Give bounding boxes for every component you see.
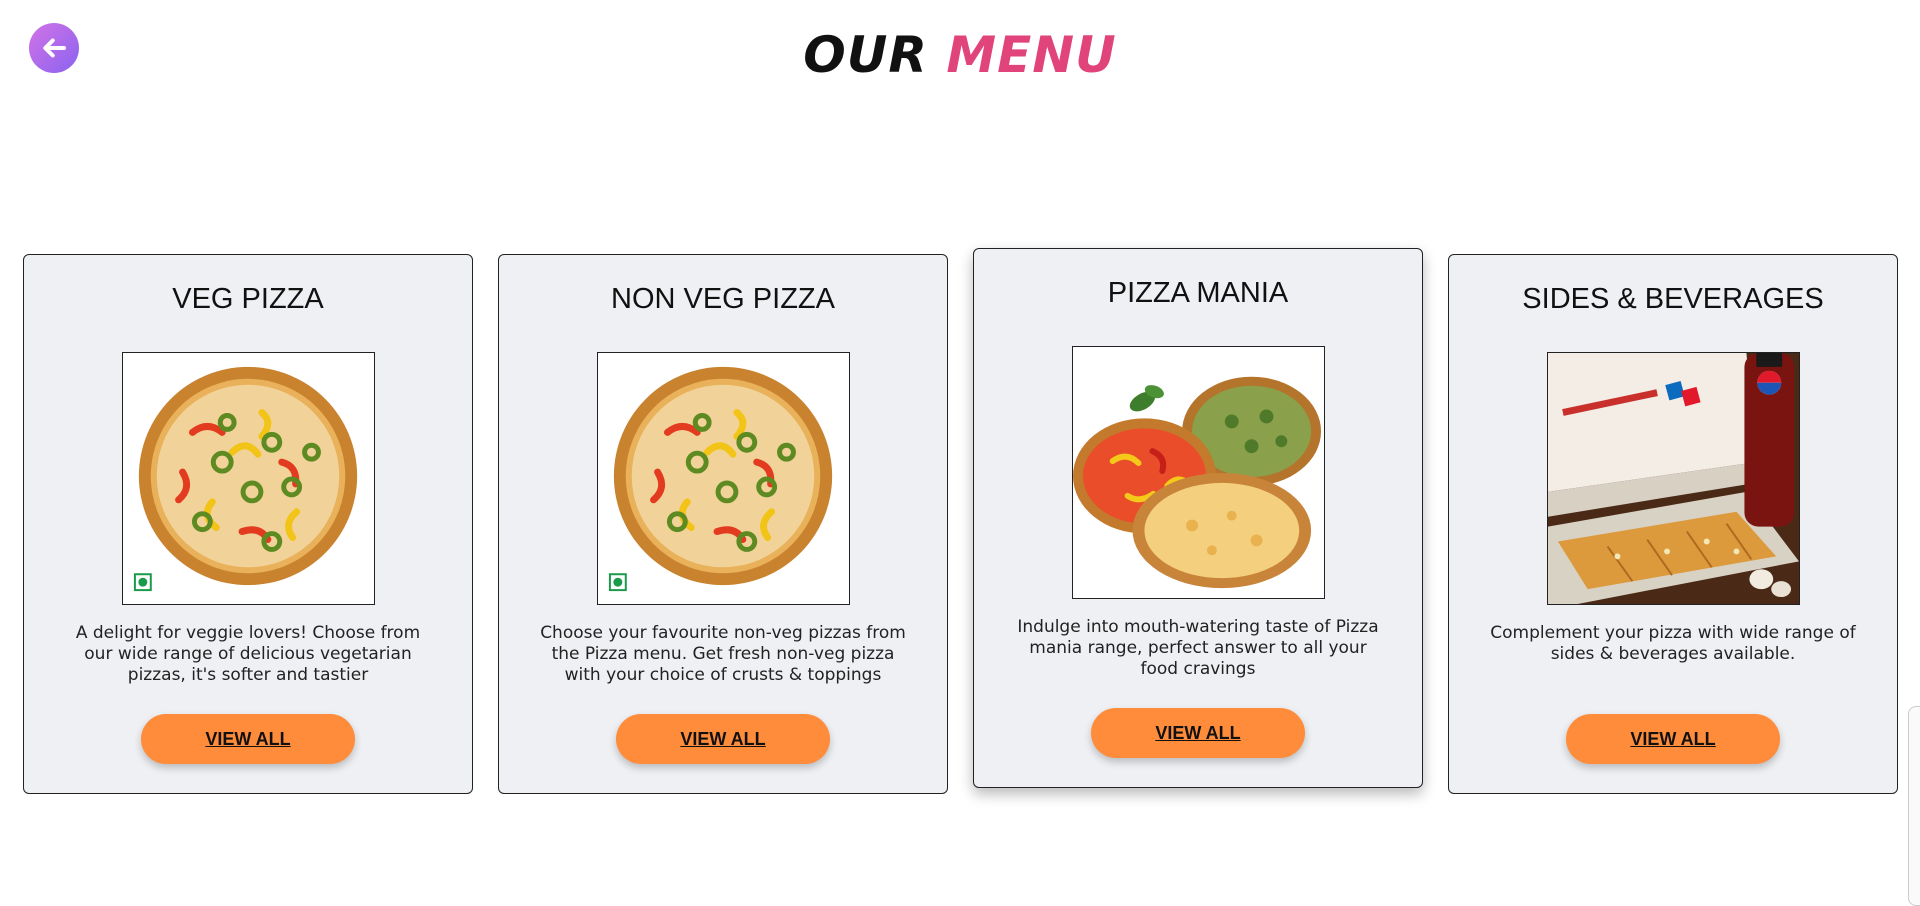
card-title: VEG PIZZA [172, 283, 324, 315]
card-title: PIZZA MANIA [1107, 277, 1289, 309]
menu-card-veg-pizza: VEG PIZZA A delight for veggie lovers! C… [23, 254, 473, 794]
view-all-button[interactable]: VIEW ALL [141, 714, 355, 764]
scrollbar[interactable] [1908, 706, 1920, 906]
card-title: NON VEG PIZZA [611, 283, 835, 315]
menu-card-pizza-mania: PIZZA MANIA Indulge into mouth-watering … [973, 248, 1423, 788]
card-title: SIDES & BEVERAGES [1522, 283, 1824, 315]
pizza-mania-image [1072, 346, 1325, 599]
menu-card-non-veg-pizza: NON VEG PIZZA Choose your favourite non-… [498, 254, 948, 794]
sides-beverages-image [1547, 352, 1800, 605]
non-veg-pizza-image [597, 352, 850, 605]
card-description: Indulge into mouth-watering taste of Piz… [1017, 617, 1379, 679]
veg-pizza-image [122, 352, 375, 605]
page-title-word-menu: MENU [946, 26, 1117, 84]
view-all-button[interactable]: VIEW ALL [1091, 708, 1305, 758]
view-all-button[interactable]: VIEW ALL [1566, 714, 1780, 764]
page-title-word-our: OUR [803, 26, 928, 84]
card-description: Complement your pizza with wide range of… [1490, 623, 1856, 664]
view-all-button[interactable]: VIEW ALL [616, 714, 830, 764]
card-description: A delight for veggie lovers! Choose from… [75, 623, 421, 685]
menu-card-sides-beverages: SIDES & BEVERAGES Complement your pizza … [1448, 254, 1898, 794]
page-title: OUR MENU [0, 20, 1920, 90]
card-description: Choose your favourite non-veg pizzas fro… [540, 623, 906, 685]
